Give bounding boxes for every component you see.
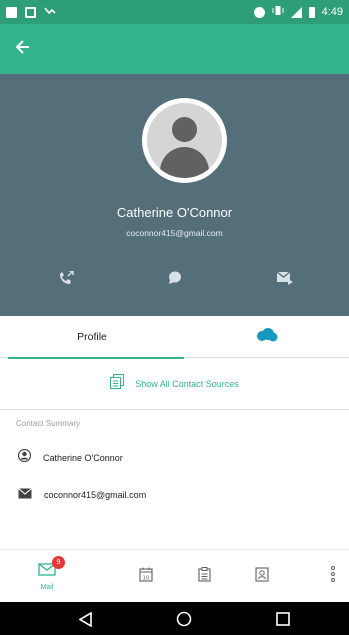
- person-circle-icon: [17, 448, 32, 467]
- home-circle-icon[interactable]: [175, 610, 193, 628]
- summary-row-email[interactable]: coconnor415@gmail.com: [0, 477, 349, 513]
- clipboard-icon: [197, 566, 211, 587]
- nav-tasks[interactable]: [190, 550, 218, 603]
- bottom-nav: 9 Mail 10: [0, 549, 349, 602]
- nav-mail-label: Mail: [40, 583, 54, 591]
- back-triangle-icon[interactable]: [76, 610, 94, 628]
- section-title-contact-summary: Contact Summary: [16, 419, 81, 428]
- calendar-icon: 10: [139, 567, 153, 587]
- vibrate-icon: [272, 5, 284, 19]
- app-bar: [0, 24, 349, 74]
- nav-more[interactable]: [324, 550, 342, 603]
- tab-profile[interactable]: Profile: [0, 316, 184, 359]
- svg-text:10: 10: [143, 575, 150, 581]
- avatar: [142, 98, 227, 183]
- contact-name: Catherine O'Connor: [116, 205, 233, 220]
- contact-email: coconnor415@gmail.com: [126, 228, 223, 238]
- missed-call-icon: [44, 6, 56, 19]
- mail-icon: [18, 486, 32, 504]
- back-arrow-icon[interactable]: [15, 39, 30, 59]
- chat-icon[interactable]: [164, 269, 186, 287]
- mail-badge: 9: [52, 556, 65, 569]
- summary-row-name: Catherine O'Connor: [0, 440, 349, 476]
- contact-actions: [0, 269, 349, 289]
- show-all-label: Show All Contact Sources: [135, 379, 239, 389]
- more-vertical-icon: [330, 566, 336, 587]
- nav-contacts[interactable]: [248, 550, 276, 603]
- profile-tabs: Profile: [0, 316, 349, 359]
- recents-square-icon[interactable]: [274, 610, 292, 628]
- documents-icon: [110, 374, 125, 394]
- show-all-contact-sources[interactable]: Show All Contact Sources: [0, 359, 349, 410]
- facebook-notification-icon: [6, 6, 17, 18]
- nav-mail[interactable]: 9 Mail: [22, 550, 72, 603]
- tab-salesforce[interactable]: [184, 316, 349, 358]
- battery-icon: [308, 6, 315, 18]
- salesforce-cloud-icon: [256, 327, 278, 347]
- system-nav-bar: [0, 602, 349, 635]
- call-icon[interactable]: [55, 269, 77, 287]
- email-send-icon[interactable]: [274, 269, 296, 287]
- summary-email-text: coconnor415@gmail.com: [44, 490, 147, 500]
- status-bar: 4:49: [0, 0, 349, 24]
- nav-calendar[interactable]: 10: [132, 550, 160, 603]
- profile-header: Catherine O'Connor coconnor415@gmail.com: [0, 74, 349, 316]
- status-time: 4:49: [321, 6, 343, 18]
- do-not-disturb-icon: [253, 6, 265, 18]
- contact-card-icon: [255, 566, 269, 587]
- signal-icon: [290, 6, 302, 18]
- tab-profile-label: Profile: [77, 331, 107, 343]
- summary-name-text: Catherine O'Connor: [43, 453, 123, 463]
- gallery-notification-icon: [25, 6, 36, 18]
